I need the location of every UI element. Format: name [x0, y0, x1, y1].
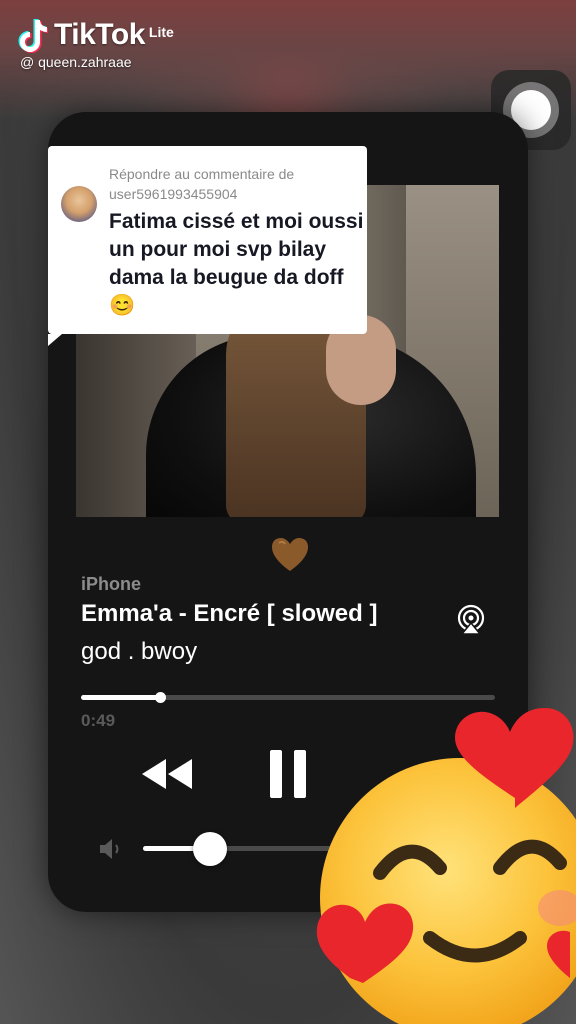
- scrubber-knob[interactable]: [154, 692, 166, 703]
- volume-low-icon: [100, 839, 119, 859]
- scrubber-fill: [81, 695, 160, 700]
- elapsed-time: 0:49: [81, 711, 116, 730]
- pause-icon-bar: [294, 750, 306, 798]
- logo-suffix: Lite: [148, 24, 174, 40]
- pause-button[interactable]: [270, 750, 306, 798]
- playback-scrubber[interactable]: [81, 692, 495, 703]
- volume-knob[interactable]: [193, 832, 227, 866]
- artist-name: god . bwoy: [81, 638, 198, 665]
- tiktok-note-icon: [18, 19, 48, 53]
- creator-handle: @ queen.zahraae: [20, 54, 132, 70]
- comment-text: Fatima cissé et moi oussi un pour moi sv…: [109, 210, 364, 317]
- reply-comment-bubble: Répondre au commentaire de user596199345…: [48, 146, 367, 346]
- tiktok-logo: TikTok Lite: [18, 18, 174, 54]
- rewind-icon[interactable]: [140, 755, 194, 793]
- commenter-avatar: [61, 186, 97, 222]
- brown-heart-icon: [272, 538, 308, 571]
- track-title: Emma'a - Encré [ slowed ]: [81, 600, 378, 627]
- output-device-label: iPhone: [81, 574, 142, 594]
- smiling-face-with-hearts-icon: [316, 708, 576, 1024]
- bubble-tail: [48, 334, 62, 346]
- pause-icon: [270, 750, 282, 798]
- logo-wordmark: TikTok: [54, 18, 145, 51]
- airplay-icon[interactable]: [455, 604, 487, 636]
- reply-label: Répondre au commentaire de user596199345…: [109, 166, 295, 202]
